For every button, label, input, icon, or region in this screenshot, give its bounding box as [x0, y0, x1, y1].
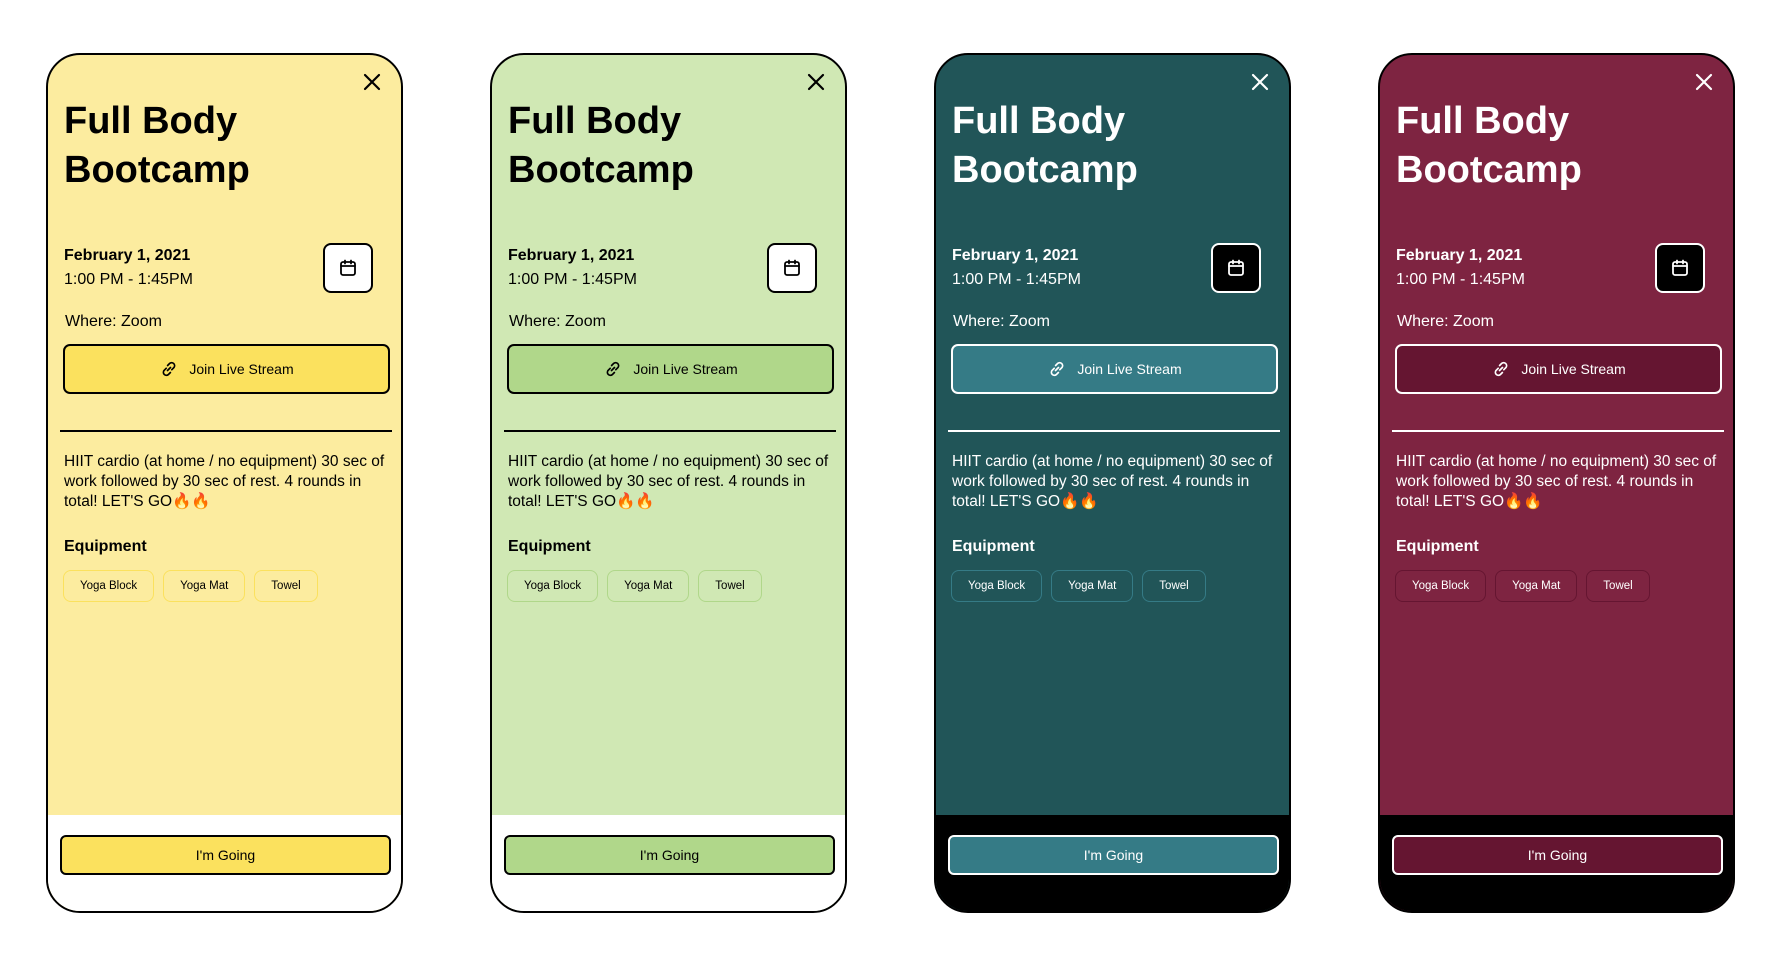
equipment-chip-yoga-mat: Yoga Mat: [1495, 570, 1578, 602]
link-icon: [1494, 361, 1508, 377]
equipment-chip-towel: Towel: [1142, 570, 1206, 602]
event-time: 1:00 PM - 1:45PM: [64, 271, 193, 288]
close-button[interactable]: [1249, 71, 1271, 93]
equipment-chip-towel: Towel: [1586, 570, 1650, 602]
equipment-chip-yoga-block: Yoga Block: [951, 570, 1043, 602]
equipment-heading: Equipment: [1396, 538, 1479, 555]
join-live-stream-button[interactable]: Join Live Stream: [63, 344, 390, 394]
event-description: HIIT cardio (at home / no equipment) 30 …: [64, 453, 385, 510]
close-icon: [1695, 73, 1713, 91]
close-button[interactable]: [805, 71, 827, 93]
calendar-icon: [784, 259, 800, 276]
equipment-chip-yoga-block: Yoga Block: [507, 570, 599, 602]
footer-bar: I'm Going: [48, 815, 401, 911]
im-going-button[interactable]: I'm Going: [60, 835, 391, 875]
join-live-stream-label: Join Live Stream: [1077, 361, 1182, 377]
event-time: 1:00 PM - 1:45PM: [952, 271, 1081, 288]
im-going-button[interactable]: I'm Going: [1392, 835, 1723, 875]
link-icon: [162, 361, 176, 377]
join-live-stream-label: Join Live Stream: [633, 361, 738, 377]
event-time: 1:00 PM - 1:45PM: [508, 271, 637, 288]
event-time: 1:00 PM - 1:45PM: [1396, 271, 1525, 288]
event-date: February 1, 2021: [952, 247, 1079, 264]
event-title: Full Body Bootcamp: [508, 100, 694, 191]
divider: [504, 430, 836, 432]
join-live-stream-label: Join Live Stream: [1521, 361, 1626, 377]
link-icon: [606, 361, 620, 377]
event-location: Where: Zoom: [1397, 313, 1494, 330]
event-card-maroon: Full Body Bootcamp February 1, 2021 1:00…: [1378, 53, 1735, 913]
add-to-calendar-button[interactable]: [1211, 243, 1261, 293]
event-description: HIIT cardio (at home / no equipment) 30 …: [1396, 453, 1717, 510]
add-to-calendar-button[interactable]: [767, 243, 817, 293]
event-title: Full Body Bootcamp: [64, 100, 250, 191]
equipment-list: Yoga Block Yoga Mat Towel: [1395, 570, 1650, 602]
equipment-chip-yoga-mat: Yoga Mat: [1051, 570, 1134, 602]
equipment-list: Yoga Block Yoga Mat Towel: [951, 570, 1206, 602]
footer-bar: I'm Going: [492, 815, 845, 911]
divider: [60, 430, 392, 432]
event-description: HIIT cardio (at home / no equipment) 30 …: [952, 453, 1273, 510]
add-to-calendar-button[interactable]: [323, 243, 373, 293]
equipment-list: Yoga Block Yoga Mat Towel: [507, 570, 762, 602]
calendar-icon: [1228, 259, 1244, 276]
event-card-teal: Full Body Bootcamp February 1, 2021 1:00…: [934, 53, 1291, 913]
equipment-heading: Equipment: [64, 538, 147, 555]
event-location: Where: Zoom: [953, 313, 1050, 330]
equipment-chip-yoga-mat: Yoga Mat: [607, 570, 690, 602]
event-card-yellow: Full Body Bootcamp February 1, 2021 1:00…: [46, 53, 403, 913]
join-live-stream-button[interactable]: Join Live Stream: [1395, 344, 1722, 394]
event-location: Where: Zoom: [509, 313, 606, 330]
footer-bar: I'm Going: [936, 815, 1289, 911]
event-description: HIIT cardio (at home / no equipment) 30 …: [508, 453, 829, 510]
divider: [948, 430, 1280, 432]
close-icon: [807, 73, 825, 91]
event-card-variants: Full Body Bootcamp February 1, 2021 1:00…: [0, 0, 1780, 954]
event-date: February 1, 2021: [508, 247, 635, 264]
event-date: February 1, 2021: [64, 247, 191, 264]
equipment-heading: Equipment: [952, 538, 1035, 555]
equipment-heading: Equipment: [508, 538, 591, 555]
join-live-stream-label: Join Live Stream: [189, 361, 294, 377]
link-icon: [1050, 361, 1064, 377]
close-icon: [363, 73, 381, 91]
divider: [1392, 430, 1724, 432]
close-button[interactable]: [1693, 71, 1715, 93]
event-date: February 1, 2021: [1396, 247, 1523, 264]
calendar-icon: [1672, 259, 1688, 276]
equipment-chip-yoga-block: Yoga Block: [63, 570, 155, 602]
event-title: Full Body Bootcamp: [952, 100, 1138, 191]
event-title: Full Body Bootcamp: [1396, 100, 1582, 191]
equipment-chip-yoga-mat: Yoga Mat: [163, 570, 246, 602]
event-location: Where: Zoom: [65, 313, 162, 330]
im-going-button[interactable]: I'm Going: [504, 835, 835, 875]
event-card-green: Full Body Bootcamp February 1, 2021 1:00…: [490, 53, 847, 913]
close-button[interactable]: [361, 71, 383, 93]
calendar-icon: [340, 259, 356, 276]
equipment-list: Yoga Block Yoga Mat Towel: [63, 570, 318, 602]
footer-bar: I'm Going: [1380, 815, 1733, 911]
equipment-chip-towel: Towel: [698, 570, 762, 602]
join-live-stream-button[interactable]: Join Live Stream: [507, 344, 834, 394]
add-to-calendar-button[interactable]: [1655, 243, 1705, 293]
close-icon: [1251, 73, 1269, 91]
im-going-button[interactable]: I'm Going: [948, 835, 1279, 875]
equipment-chip-yoga-block: Yoga Block: [1395, 570, 1487, 602]
equipment-chip-towel: Towel: [254, 570, 318, 602]
join-live-stream-button[interactable]: Join Live Stream: [951, 344, 1278, 394]
